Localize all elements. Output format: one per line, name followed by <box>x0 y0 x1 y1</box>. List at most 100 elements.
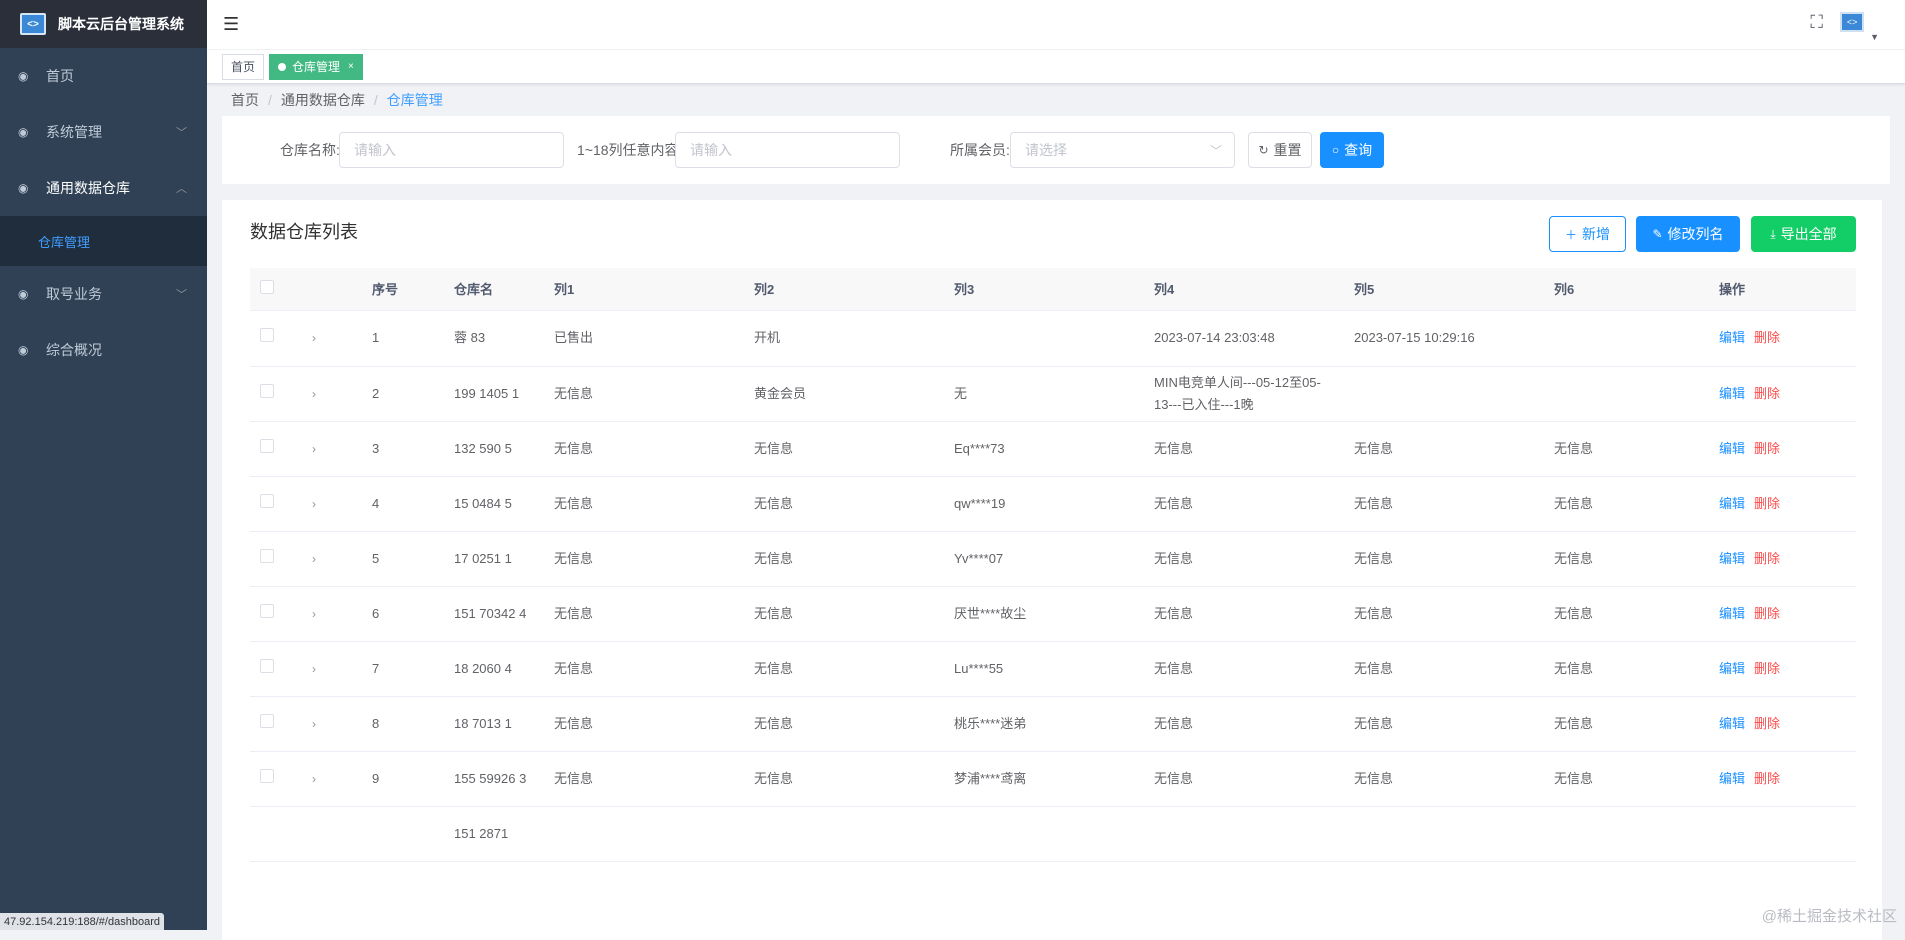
select-all-checkbox[interactable] <box>260 280 274 294</box>
row-checkbox[interactable] <box>260 714 274 728</box>
delete-link[interactable]: 删除 <box>1754 386 1780 401</box>
status-url: 47.92.154.219:188/#/dashboard <box>0 913 164 930</box>
chevron-right-icon[interactable]: › <box>312 717 316 731</box>
delete-link[interactable]: 删除 <box>1754 661 1780 676</box>
cell-c6: 无信息 <box>1544 751 1709 806</box>
row-actions-cell: 编辑删除 <box>1709 641 1856 696</box>
edit-link[interactable]: 编辑 <box>1719 661 1745 676</box>
member-select[interactable]: 请选择 ﹀ <box>1010 132 1235 168</box>
delete-link[interactable]: 删除 <box>1754 606 1780 621</box>
query-button-label: 查询 <box>1344 140 1372 160</box>
tag-warehouse-manage[interactable]: 仓库管理 × <box>269 54 363 80</box>
row-checkbox[interactable] <box>260 604 274 618</box>
cell-name: 155 59926 3 <box>444 751 544 806</box>
cell-c2: 无信息 <box>744 476 944 531</box>
table-row: ›1蓉 83已售出开机2023-07-14 23:03:482023-07-15… <box>250 310 1856 366</box>
cell-no: 9 <box>362 751 444 806</box>
edit-link[interactable]: 编辑 <box>1719 606 1745 621</box>
sidebar-item-data-warehouse[interactable]: ◉ 通用数据仓库 ︿ <box>0 160 207 216</box>
cell-c6: 无信息 <box>1544 696 1709 751</box>
reset-button[interactable]: ↻ 重置 <box>1248 132 1312 168</box>
delete-link[interactable]: 删除 <box>1754 441 1780 456</box>
delete-link[interactable]: 删除 <box>1754 551 1780 566</box>
add-button[interactable]: ＋ 新增 <box>1549 216 1626 252</box>
cell-c6: 无信息 <box>1544 641 1709 696</box>
breadcrumb-current: 仓库管理 <box>387 90 443 110</box>
row-select-cell <box>250 751 302 806</box>
row-actions-cell: 编辑删除 <box>1709 586 1856 641</box>
breadcrumb-data-warehouse[interactable]: 通用数据仓库 <box>281 90 365 110</box>
chevron-right-icon[interactable]: › <box>312 442 316 456</box>
sidebar-item-overview[interactable]: ◉ 综合概况 <box>0 322 207 378</box>
row-expand-cell: › <box>302 310 362 366</box>
row-checkbox[interactable] <box>260 549 274 563</box>
avatar-monitor-icon: <> <box>1840 12 1864 32</box>
delete-link[interactable]: 删除 <box>1754 330 1780 345</box>
row-actions-cell: 编辑删除 <box>1709 476 1856 531</box>
edit-link[interactable]: 编辑 <box>1719 771 1745 786</box>
row-checkbox[interactable] <box>260 494 274 508</box>
query-button[interactable]: ○ 查询 <box>1320 132 1384 168</box>
warehouse-table: 序号 仓库名 列1 列2 列3 列4 列5 列6 操作 ›1蓉 83已售出开机2… <box>250 268 1856 862</box>
cell-c4: MIN电竞单人间---05-12至05-13---已入住---1晚 <box>1144 366 1344 421</box>
tags-view: 首页 仓库管理 × <box>207 50 1905 84</box>
delete-link[interactable]: 删除 <box>1754 771 1780 786</box>
sidebar-item-system[interactable]: ◉ 系统管理 ﹀ <box>0 104 207 160</box>
edit-link[interactable]: 编辑 <box>1719 551 1745 566</box>
fullscreen-icon[interactable]: ⛶ <box>1810 12 1823 33</box>
edit-link[interactable]: 编辑 <box>1719 330 1745 345</box>
col-header: 操作 <box>1709 268 1856 310</box>
member-label: 所属会员: <box>950 116 1010 184</box>
row-checkbox[interactable] <box>260 439 274 453</box>
cell-c3: 无 <box>944 366 1144 421</box>
sidebar-item-home[interactable]: ◉ 首页 <box>0 48 207 104</box>
dashboard-icon: ◉ <box>18 69 32 83</box>
close-icon[interactable]: × <box>348 61 354 72</box>
edit-link[interactable]: 编辑 <box>1719 441 1745 456</box>
cell-c5: 无信息 <box>1344 586 1544 641</box>
delete-link[interactable]: 删除 <box>1754 496 1780 511</box>
edit-link[interactable]: 编辑 <box>1719 496 1745 511</box>
app-logo[interactable]: <> 脚本云后台管理系统 <box>0 0 207 48</box>
cell-c1: 无信息 <box>544 586 744 641</box>
row-checkbox[interactable] <box>260 659 274 673</box>
rename-button-label: 修改列名 <box>1668 224 1724 244</box>
chevron-up-icon: ︿ <box>176 160 187 216</box>
chevron-right-icon[interactable]: › <box>312 552 316 566</box>
row-select-cell <box>250 476 302 531</box>
row-checkbox[interactable] <box>260 769 274 783</box>
chevron-right-icon[interactable]: › <box>312 331 316 345</box>
delete-link[interactable]: 删除 <box>1754 716 1780 731</box>
cell-c3: Yv****07 <box>944 531 1144 586</box>
chevron-right-icon[interactable]: › <box>312 497 316 511</box>
chevron-right-icon[interactable]: › <box>312 387 316 401</box>
rename-columns-button[interactable]: ✎ 修改列名 <box>1636 216 1740 252</box>
cell-c5: 无信息 <box>1344 641 1544 696</box>
warehouse-name-input[interactable]: 请输入 <box>339 132 564 168</box>
row-checkbox[interactable] <box>260 384 274 398</box>
sidebar-item-warehouse-manage[interactable]: 仓库管理 <box>0 216 207 266</box>
cell-no: 2 <box>362 366 444 421</box>
edit-icon: ✎ <box>1652 227 1662 241</box>
row-expand-cell: › <box>302 696 362 751</box>
row-select-cell <box>250 806 302 861</box>
main-area: ☰ ⛶ <> ▼ 首页 仓库管理 × 首页 / 通用数据仓库 / 仓库管理 仓库… <box>207 0 1905 930</box>
cell-c2: 黄金会员 <box>744 366 944 421</box>
row-expand-cell: › <box>302 476 362 531</box>
columns-content-input[interactable]: 请输入 <box>675 132 900 168</box>
tag-home[interactable]: 首页 <box>222 54 264 80</box>
row-checkbox[interactable] <box>260 328 274 342</box>
sidebar-item-number-business[interactable]: ◉ 取号业务 ﹀ <box>0 266 207 322</box>
hamburger-icon[interactable]: ☰ <box>223 14 239 35</box>
breadcrumb-home[interactable]: 首页 <box>231 90 259 110</box>
export-all-button[interactable]: ⤓ 导出全部 <box>1751 216 1856 252</box>
active-dot-icon <box>278 63 286 71</box>
edit-link[interactable]: 编辑 <box>1719 716 1745 731</box>
cell-c2: 无信息 <box>744 751 944 806</box>
edit-link[interactable]: 编辑 <box>1719 386 1745 401</box>
search-icon: ○ <box>1332 143 1339 157</box>
chevron-right-icon[interactable]: › <box>312 662 316 676</box>
chevron-right-icon[interactable]: › <box>312 772 316 786</box>
chevron-right-icon[interactable]: › <box>312 607 316 621</box>
user-menu[interactable]: <> ▼ <box>1840 12 1879 32</box>
